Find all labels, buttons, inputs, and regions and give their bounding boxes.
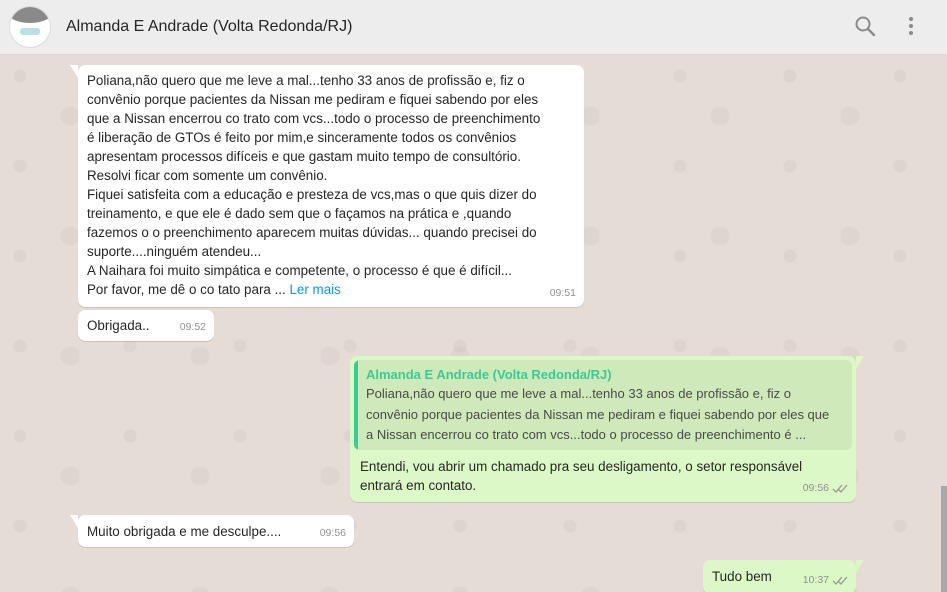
quote-bar bbox=[354, 360, 358, 450]
quote-author: Almanda E Andrade (Volta Redonda/RJ) bbox=[366, 367, 612, 382]
incoming-message[interactable]: Muito obrigada e me desculpe.... 09:56 bbox=[70, 515, 354, 547]
message-time: 09:52 bbox=[179, 321, 206, 333]
outgoing-message[interactable]: Almanda E Andrade (Volta Redonda/RJ) Pol… bbox=[350, 356, 864, 502]
contact-avatar[interactable] bbox=[9, 6, 51, 48]
message-text: Entendi, vou abrir um chamado pra seu de… bbox=[360, 459, 803, 493]
quoted-message[interactable]: Almanda E Andrade (Volta Redonda/RJ) Pol… bbox=[354, 360, 852, 450]
outgoing-message[interactable]: Tudo bem 10:37 bbox=[703, 560, 864, 592]
message-text: Tudo bem bbox=[712, 569, 772, 584]
incoming-message[interactable]: Poliana,não quero que me leve a mal...te… bbox=[70, 65, 584, 307]
read-ticks-icon bbox=[832, 484, 848, 493]
message-time: 09:56 bbox=[319, 527, 346, 539]
avatar-arc bbox=[10, 7, 50, 23]
quote-text: Poliana,não quero que me leve a mal...te… bbox=[366, 386, 830, 442]
chat-scrollbar[interactable] bbox=[940, 56, 947, 592]
header-actions bbox=[853, 14, 923, 38]
avatar-logo bbox=[20, 28, 40, 35]
menu-icon[interactable] bbox=[899, 14, 923, 38]
message-time: 09:51 bbox=[549, 287, 576, 299]
scrollbar-thumb[interactable] bbox=[941, 486, 947, 592]
search-icon[interactable] bbox=[853, 14, 877, 38]
read-ticks-icon bbox=[832, 576, 848, 585]
message-list[interactable]: Poliana,não quero que me leve a mal...te… bbox=[0, 56, 940, 592]
message-time: 10:37 bbox=[803, 571, 848, 590]
message-text: Poliana,não quero que me leve a mal...te… bbox=[87, 73, 541, 297]
message-text: Muito obrigada e me desculpe.... bbox=[87, 524, 282, 539]
message-text: Obrigada.. bbox=[87, 318, 150, 333]
chat-header: Almanda E Andrade (Volta Redonda/RJ) bbox=[0, 0, 947, 55]
read-more-link[interactable]: Ler mais bbox=[289, 282, 340, 297]
message-time: 09:56 bbox=[803, 479, 848, 498]
incoming-message[interactable]: Obrigada.. 09:52 bbox=[78, 310, 214, 341]
contact-name[interactable]: Almanda E Andrade (Volta Redonda/RJ) bbox=[66, 18, 352, 36]
